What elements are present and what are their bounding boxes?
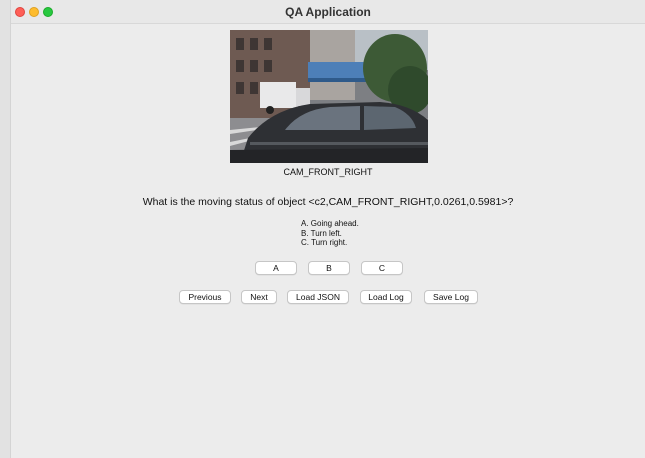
camera-image [230,30,428,163]
image-caption: CAM_FRONT_RIGHT [283,167,373,177]
option-a-text: A. Going ahead. [301,219,359,228]
answer-b-button[interactable]: B [308,261,350,275]
load-log-button[interactable]: Load Log [360,290,412,304]
save-log-button[interactable]: Save Log [424,290,478,304]
window-title: QA Application [285,5,371,19]
option-b-text: B. Turn left. [301,228,342,238]
previous-button[interactable]: Previous [179,290,231,304]
option-c-text: C. Turn right. [301,238,348,247]
answer-a-button[interactable]: A [255,261,297,275]
title-bar: QA Application [11,0,645,24]
answer-options: A. Going ahead. B. Turn left. C. Turn ri… [301,219,359,248]
load-json-button[interactable]: Load JSON [287,290,349,304]
app-window: QA Application CAM_FRONT_RIGHT What is t… [10,0,645,458]
question-text: What is the moving status of object <c2,… [142,196,514,208]
next-button[interactable]: Next [241,290,277,304]
answer-c-button[interactable]: C [361,261,403,275]
desktop-strip [0,0,10,458]
